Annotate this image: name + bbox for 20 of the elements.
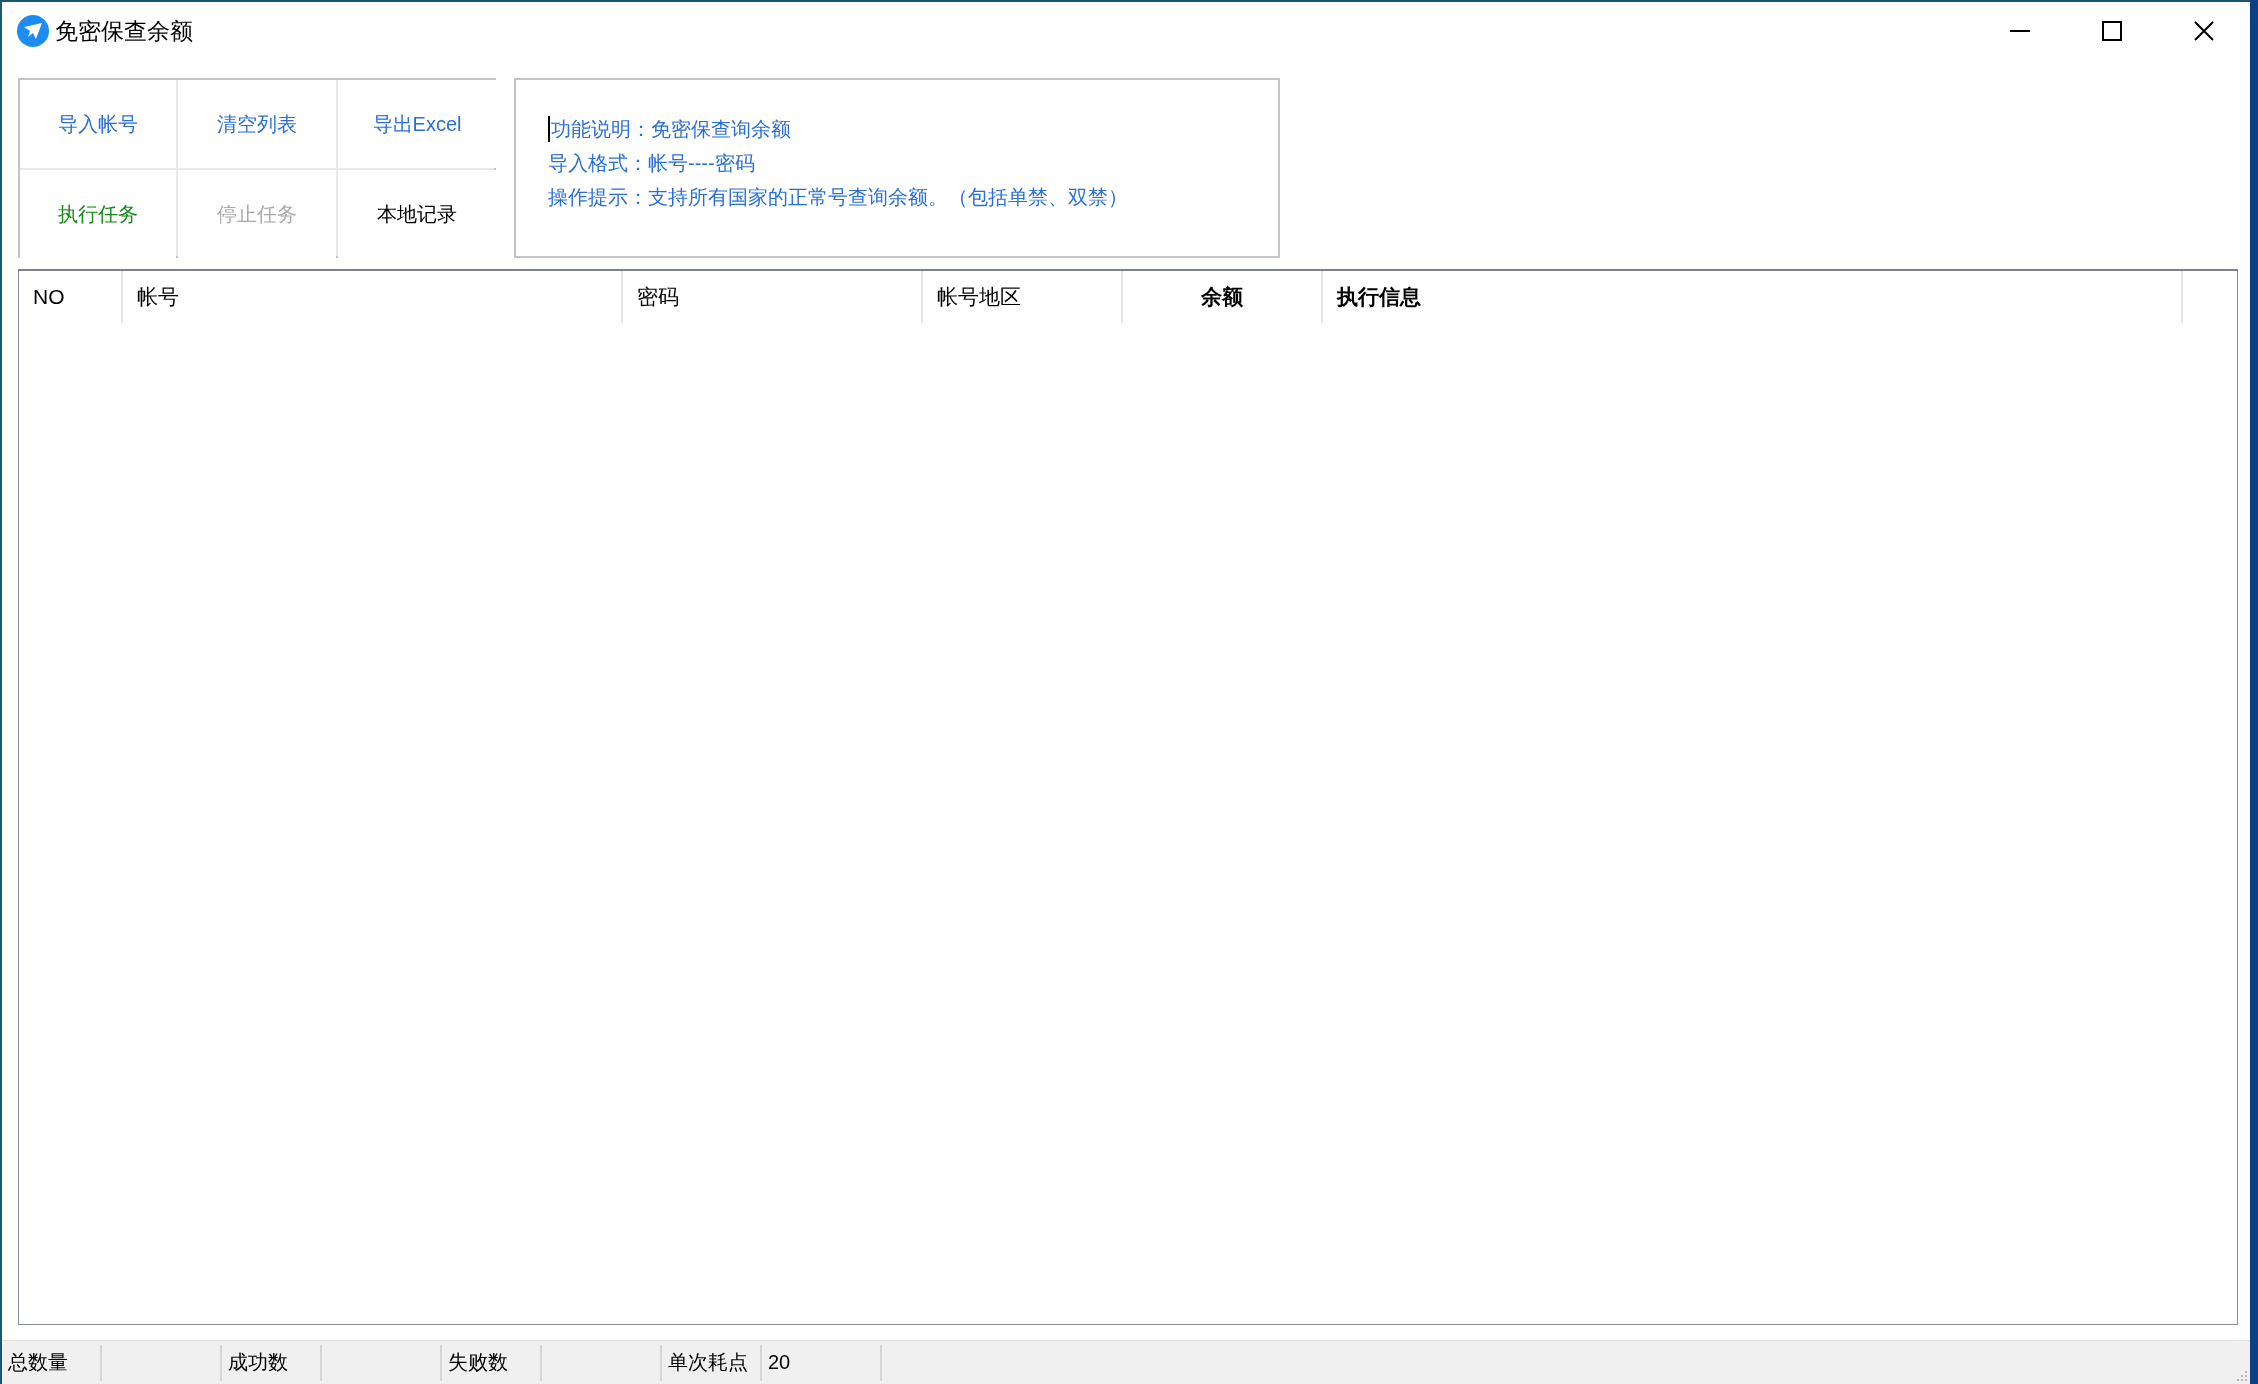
toolbar-button[interactable]: 导出Excel (338, 80, 496, 168)
window-title: 免密保查余额 (55, 16, 193, 46)
status-label: 失败数 (442, 1344, 542, 1381)
resize-grip-icon[interactable] (2236, 1370, 2248, 1382)
status-label: 成功数 (222, 1344, 322, 1381)
close-icon (2194, 21, 2214, 41)
description-line: 导入格式：帐号----密码 (548, 151, 755, 176)
app-icon (17, 15, 49, 47)
minimize-icon (2010, 30, 2030, 32)
description-line: 操作提示：支持所有国家的正常号查询余额。（包括单禁、双禁） (548, 185, 1128, 210)
toolbar-button[interactable]: 执行任务 (20, 170, 176, 258)
description-text-area[interactable]: 功能说明：免密保查询余额 导入格式：帐号----密码 操作提示：支持所有国家的正常号查询余额。（包括单禁、双禁） (514, 78, 1280, 258)
toolbar-button[interactable]: 本地记录 (338, 170, 496, 258)
toolbar-button[interactable]: 导入帐号 (20, 80, 176, 168)
maximize-icon (2102, 21, 2122, 41)
toolbar-button[interactable]: 清空列表 (178, 80, 336, 168)
status-label: 总数量 (2, 1344, 102, 1381)
status-label: 单次耗点 (662, 1344, 762, 1381)
status-value: 20 (768, 1351, 791, 1374)
description-line: 功能说明：免密保查询余额 (551, 117, 791, 142)
